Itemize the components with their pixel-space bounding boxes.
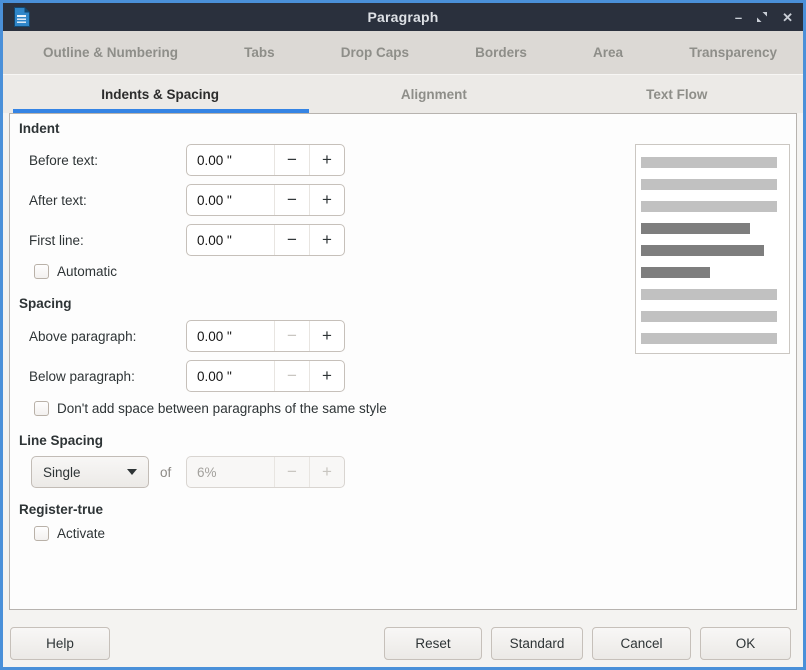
- tab-borders[interactable]: Borders: [475, 45, 527, 60]
- line-spacing-increment-button: +: [309, 457, 344, 487]
- restore-icon[interactable]: [756, 11, 768, 23]
- window-title: Paragraph: [3, 9, 803, 25]
- before-text-decrement-button[interactable]: −: [274, 145, 309, 175]
- above-paragraph-spinbox: 0.00 " − +: [186, 320, 345, 352]
- below-paragraph-spinbox: 0.00 " − +: [186, 360, 345, 392]
- after-text-input[interactable]: 0.00 ": [187, 185, 274, 215]
- tab-area[interactable]: Area: [593, 45, 623, 60]
- indents-spacing-panel: Indent Before text: 0.00 " − + After tex…: [9, 113, 797, 610]
- register-true-heading: Register-true: [19, 502, 103, 517]
- indent-heading: Indent: [19, 121, 60, 136]
- first-line-increment-button[interactable]: +: [309, 225, 344, 255]
- first-line-input[interactable]: 0.00 ": [187, 225, 274, 255]
- writer-document-icon: [13, 7, 30, 27]
- above-paragraph-increment-button[interactable]: +: [309, 321, 344, 351]
- automatic-checkbox[interactable]: [34, 264, 49, 279]
- activate-checkbox[interactable]: [34, 526, 49, 541]
- paragraph-preview: [635, 144, 790, 354]
- above-paragraph-input[interactable]: 0.00 ": [187, 321, 274, 351]
- action-buttons: Reset Standard Cancel OK: [384, 627, 791, 660]
- tab-row-primary: Indents & Spacing Alignment Text Flow: [3, 75, 803, 113]
- line-spacing-dropdown[interactable]: Single: [31, 456, 149, 488]
- tab-indents-spacing[interactable]: Indents & Spacing: [3, 75, 317, 113]
- tab-transparency[interactable]: Transparency: [689, 45, 777, 60]
- preview-bar: [641, 245, 764, 256]
- chevron-down-icon: [127, 469, 137, 475]
- after-text-decrement-button[interactable]: −: [274, 185, 309, 215]
- before-text-label: Before text:: [29, 144, 98, 176]
- line-spacing-decrement-button: −: [274, 457, 309, 487]
- preview-bars: [641, 157, 784, 344]
- ok-button[interactable]: OK: [700, 627, 791, 660]
- tab-row-secondary: Outline & Numbering Tabs Drop Caps Borde…: [3, 31, 803, 75]
- preview-bar: [641, 267, 710, 278]
- preview-bar: [641, 223, 750, 234]
- of-label: of: [160, 456, 171, 488]
- first-line-spinbox: 0.00 " − +: [186, 224, 345, 256]
- tab-alignment[interactable]: Alignment: [317, 75, 550, 113]
- paragraph-dialog: { "window": { "title": "Paragraph", "min…: [0, 0, 806, 670]
- first-line-label: First line:: [29, 224, 84, 256]
- after-text-increment-button[interactable]: +: [309, 185, 344, 215]
- tab-drop-caps[interactable]: Drop Caps: [341, 45, 409, 60]
- automatic-checkbox-label[interactable]: Automatic: [57, 264, 117, 279]
- spacing-heading: Spacing: [19, 296, 72, 311]
- preview-bar: [641, 333, 777, 344]
- dont-add-space-checkbox-label[interactable]: Don't add space between paragraphs of th…: [57, 401, 387, 416]
- above-paragraph-label: Above paragraph:: [29, 320, 136, 352]
- line-spacing-heading: Line Spacing: [19, 433, 103, 448]
- below-paragraph-label: Below paragraph:: [29, 360, 135, 392]
- dialog-button-bar: Help Reset Standard Cancel OK: [3, 610, 803, 667]
- below-paragraph-input[interactable]: 0.00 ": [187, 361, 274, 391]
- activate-checkbox-row: Activate: [34, 526, 105, 541]
- before-text-spinbox: 0.00 " − +: [186, 144, 345, 176]
- preview-bar: [641, 289, 777, 300]
- above-paragraph-decrement-button: −: [274, 321, 309, 351]
- preview-bar: [641, 157, 777, 168]
- reset-button[interactable]: Reset: [384, 627, 482, 660]
- after-text-label: After text:: [29, 184, 87, 216]
- line-spacing-value-spinbox: 6% − +: [186, 456, 345, 488]
- after-text-spinbox: 0.00 " − +: [186, 184, 345, 216]
- close-icon[interactable]: ✕: [782, 11, 793, 24]
- tab-outline-numbering[interactable]: Outline & Numbering: [43, 45, 178, 60]
- first-line-decrement-button[interactable]: −: [274, 225, 309, 255]
- dont-add-space-checkbox-row: Don't add space between paragraphs of th…: [34, 401, 387, 416]
- tab-tabs[interactable]: Tabs: [244, 45, 275, 60]
- tab-text-flow[interactable]: Text Flow: [551, 75, 803, 113]
- preview-bar: [641, 201, 777, 212]
- before-text-input[interactable]: 0.00 ": [187, 145, 274, 175]
- dont-add-space-checkbox[interactable]: [34, 401, 49, 416]
- titlebar: Paragraph – ✕: [3, 3, 803, 31]
- line-spacing-value-input: 6%: [187, 457, 274, 487]
- minimize-icon[interactable]: –: [735, 11, 742, 24]
- below-paragraph-increment-button[interactable]: +: [309, 361, 344, 391]
- preview-bar: [641, 179, 777, 190]
- before-text-increment-button[interactable]: +: [309, 145, 344, 175]
- activate-checkbox-label[interactable]: Activate: [57, 526, 105, 541]
- window-controls: – ✕: [735, 11, 793, 24]
- line-spacing-dropdown-value: Single: [43, 465, 81, 480]
- preview-bar: [641, 311, 777, 322]
- automatic-checkbox-row: Automatic: [34, 264, 117, 279]
- help-button[interactable]: Help: [10, 627, 110, 660]
- below-paragraph-decrement-button: −: [274, 361, 309, 391]
- cancel-button[interactable]: Cancel: [592, 627, 691, 660]
- standard-button[interactable]: Standard: [491, 627, 583, 660]
